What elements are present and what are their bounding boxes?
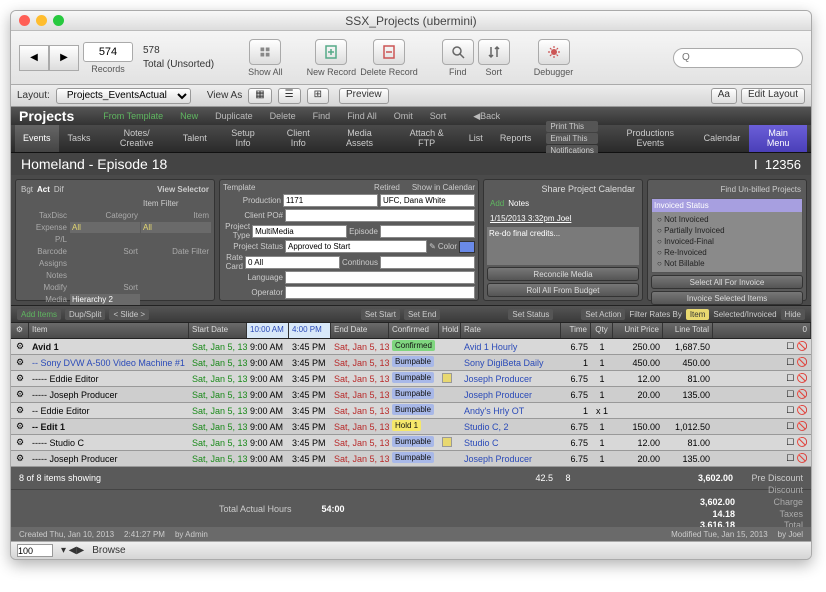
layout-label: Layout: (17, 90, 50, 101)
tab-notes-creative[interactable]: Notes/ Creative (100, 125, 174, 152)
tab-main-menu[interactable]: Main Menu (749, 125, 807, 152)
layout-bar: Layout: Projects_EventsActual View As ▦ … (11, 85, 811, 107)
share-calendar-panel: Share Project Calendar AddNotes 1/15/201… (483, 179, 643, 301)
table-row[interactable]: ⚙----- Joseph ProducerSat, Jan 5, 139:00… (11, 387, 811, 403)
back-button[interactable]: ◀ Back (465, 109, 508, 123)
record-number-input[interactable] (83, 42, 133, 62)
tab-setup-info[interactable]: Setup Info (216, 125, 271, 152)
project-title-bar: Homeland - Episode 18 I 12356 (11, 153, 811, 175)
tab-reports[interactable]: Reports (492, 125, 540, 152)
project-id: I 12356 (754, 157, 801, 172)
tab-attach-ftp[interactable]: Attach & FTP (394, 125, 460, 152)
print-this[interactable]: Print This (546, 121, 598, 132)
preview-button[interactable]: Preview (339, 88, 389, 104)
delete-button[interactable]: Delete (262, 109, 304, 123)
delete-record-button[interactable] (373, 39, 405, 65)
table-row[interactable]: ⚙-- Sony DVW A-500 Video Machine #1Sat, … (11, 355, 811, 371)
tab-list[interactable]: List (461, 125, 491, 152)
invoice-panel: Find Un-billed Projects Invoiced Status … (647, 179, 807, 301)
table-row[interactable]: ⚙-- Edit 1Sat, Jan 5, 139:00 AM3:45 PMSa… (11, 419, 811, 435)
color-swatch[interactable] (459, 241, 475, 253)
tab-bar: EventsTasksNotes/ CreativeTalentSetup In… (11, 125, 811, 153)
app-window: SSX_Projects (ubermini) ◀▶ Records 578 T… (10, 10, 812, 560)
roll-budget-button[interactable]: Roll All From Budget (487, 283, 639, 297)
slide-button[interactable]: < Slide > (109, 309, 149, 320)
invoice-status-box: Invoiced Status ○ Not Invoiced ○ Partial… (651, 198, 803, 273)
table-row[interactable]: ⚙Avid 1Sat, Jan 5, 139:00 AM3:45 PMSat, … (11, 339, 811, 355)
ribbon-bar: Projects From Template New Duplicate Del… (11, 107, 811, 125)
dup-split-button[interactable]: Dup/Split (65, 309, 105, 320)
tab-productions[interactable]: Productions Events (606, 125, 695, 152)
footer-meta: Created Thu, Jan 10, 20132:41:27 PMby Ad… (11, 527, 811, 541)
show-all-button[interactable] (249, 39, 281, 65)
table-row[interactable]: ⚙----- Eddie EditorSat, Jan 5, 139:00 AM… (11, 371, 811, 387)
notification-buttons: Print This Email This Notifications (540, 125, 604, 152)
omit-button[interactable]: Omit (386, 109, 421, 123)
project-info-panel: TemplateRetiredShow in Calendar Producti… (219, 179, 479, 301)
view-form-button[interactable]: ▦ (248, 88, 271, 104)
find-button[interactable] (442, 39, 474, 65)
add-items-button[interactable]: Add Items (17, 309, 61, 320)
grid-header: ⚙ Item Start Date 10:00 AM 4:00 PM End D… (11, 323, 811, 339)
search-input[interactable] (673, 48, 803, 68)
viewas-label: View As (207, 90, 242, 101)
view-selector-panel: Bgt Act Dif View Selector Item Filter Ta… (15, 179, 215, 301)
new-record-button[interactable] (315, 39, 347, 65)
duplicate-button[interactable]: Duplicate (207, 109, 261, 123)
total-count: 578 (143, 45, 160, 57)
grid-toolbar: Add Items Dup/Split < Slide > Set Start … (11, 305, 811, 323)
sort-button2[interactable]: Sort (422, 109, 455, 123)
message-body: Re-do final credits... (487, 227, 639, 265)
record-nav[interactable]: ◀▶ (19, 45, 79, 71)
ribbon-title: Projects (19, 108, 74, 124)
email-this[interactable]: Email This (546, 133, 598, 144)
layout-select[interactable]: Projects_EventsActual (56, 88, 191, 104)
total-sub: Total (Unsorted) (143, 59, 214, 71)
toolbar: ◀▶ Records 578 Total (Unsorted) Show All… (11, 31, 811, 85)
findall-button[interactable]: Find All (339, 109, 385, 123)
edit-layout-button[interactable]: Edit Layout (741, 88, 805, 104)
aa-button[interactable]: Aa (711, 88, 737, 104)
content-area: Projects From Template New Duplicate Del… (11, 107, 811, 541)
table-row[interactable]: ⚙----- Joseph ProducerSat, Jan 5, 139:00… (11, 451, 811, 467)
titlebar: SSX_Projects (ubermini) (11, 11, 811, 31)
tab-client-info[interactable]: Client Info (271, 125, 325, 152)
table-row[interactable]: ⚙-- Eddie EditorSat, Jan 5, 139:00 AM3:4… (11, 403, 811, 419)
zoom-input[interactable] (17, 544, 53, 557)
view-list-button[interactable]: ☰ (278, 88, 301, 104)
tab-tasks[interactable]: Tasks (60, 125, 99, 152)
tab-media-assets[interactable]: Media Assets (326, 125, 392, 152)
records-label: Records (91, 64, 125, 74)
window-title: SSX_Projects (ubermini) (11, 14, 811, 28)
debugger-button[interactable] (538, 39, 570, 65)
table-row[interactable]: ⚙----- Studio CSat, Jan 5, 139:00 AM3:45… (11, 435, 811, 451)
grid-body: ⚙Avid 1Sat, Jan 5, 139:00 AM3:45 PMSat, … (11, 339, 811, 467)
invoice-selected-button[interactable]: Invoice Selected Items (651, 291, 803, 305)
mid-panels: Bgt Act Dif View Selector Item Filter Ta… (11, 175, 811, 305)
new-button[interactable]: New (172, 109, 206, 123)
items-showing: 8 of 8 items showing (19, 473, 101, 483)
tab-calendar[interactable]: Calendar (696, 125, 749, 152)
find-button2[interactable]: Find (305, 109, 339, 123)
footer-summary: 8 of 8 items showing 42.5 8 3,602.00 Pre… (11, 467, 811, 489)
view-table-button[interactable]: ⊞ (307, 88, 329, 104)
tab-talent[interactable]: Talent (175, 125, 215, 152)
select-all-invoice-button[interactable]: Select All For Invoice (651, 275, 803, 289)
tab-events[interactable]: Events (15, 125, 59, 152)
footer-totals: Total Actual Hours 54:00 Discount3,602.0… (11, 489, 811, 527)
status-bar: ▾ ◀▶ Browse (11, 541, 811, 559)
project-title: Homeland - Episode 18 (21, 156, 167, 172)
mode-label: Browse (92, 545, 125, 556)
sort-button[interactable] (478, 39, 510, 65)
reconcile-button[interactable]: Reconcile Media (487, 267, 639, 281)
from-template-button[interactable]: From Template (95, 109, 171, 123)
